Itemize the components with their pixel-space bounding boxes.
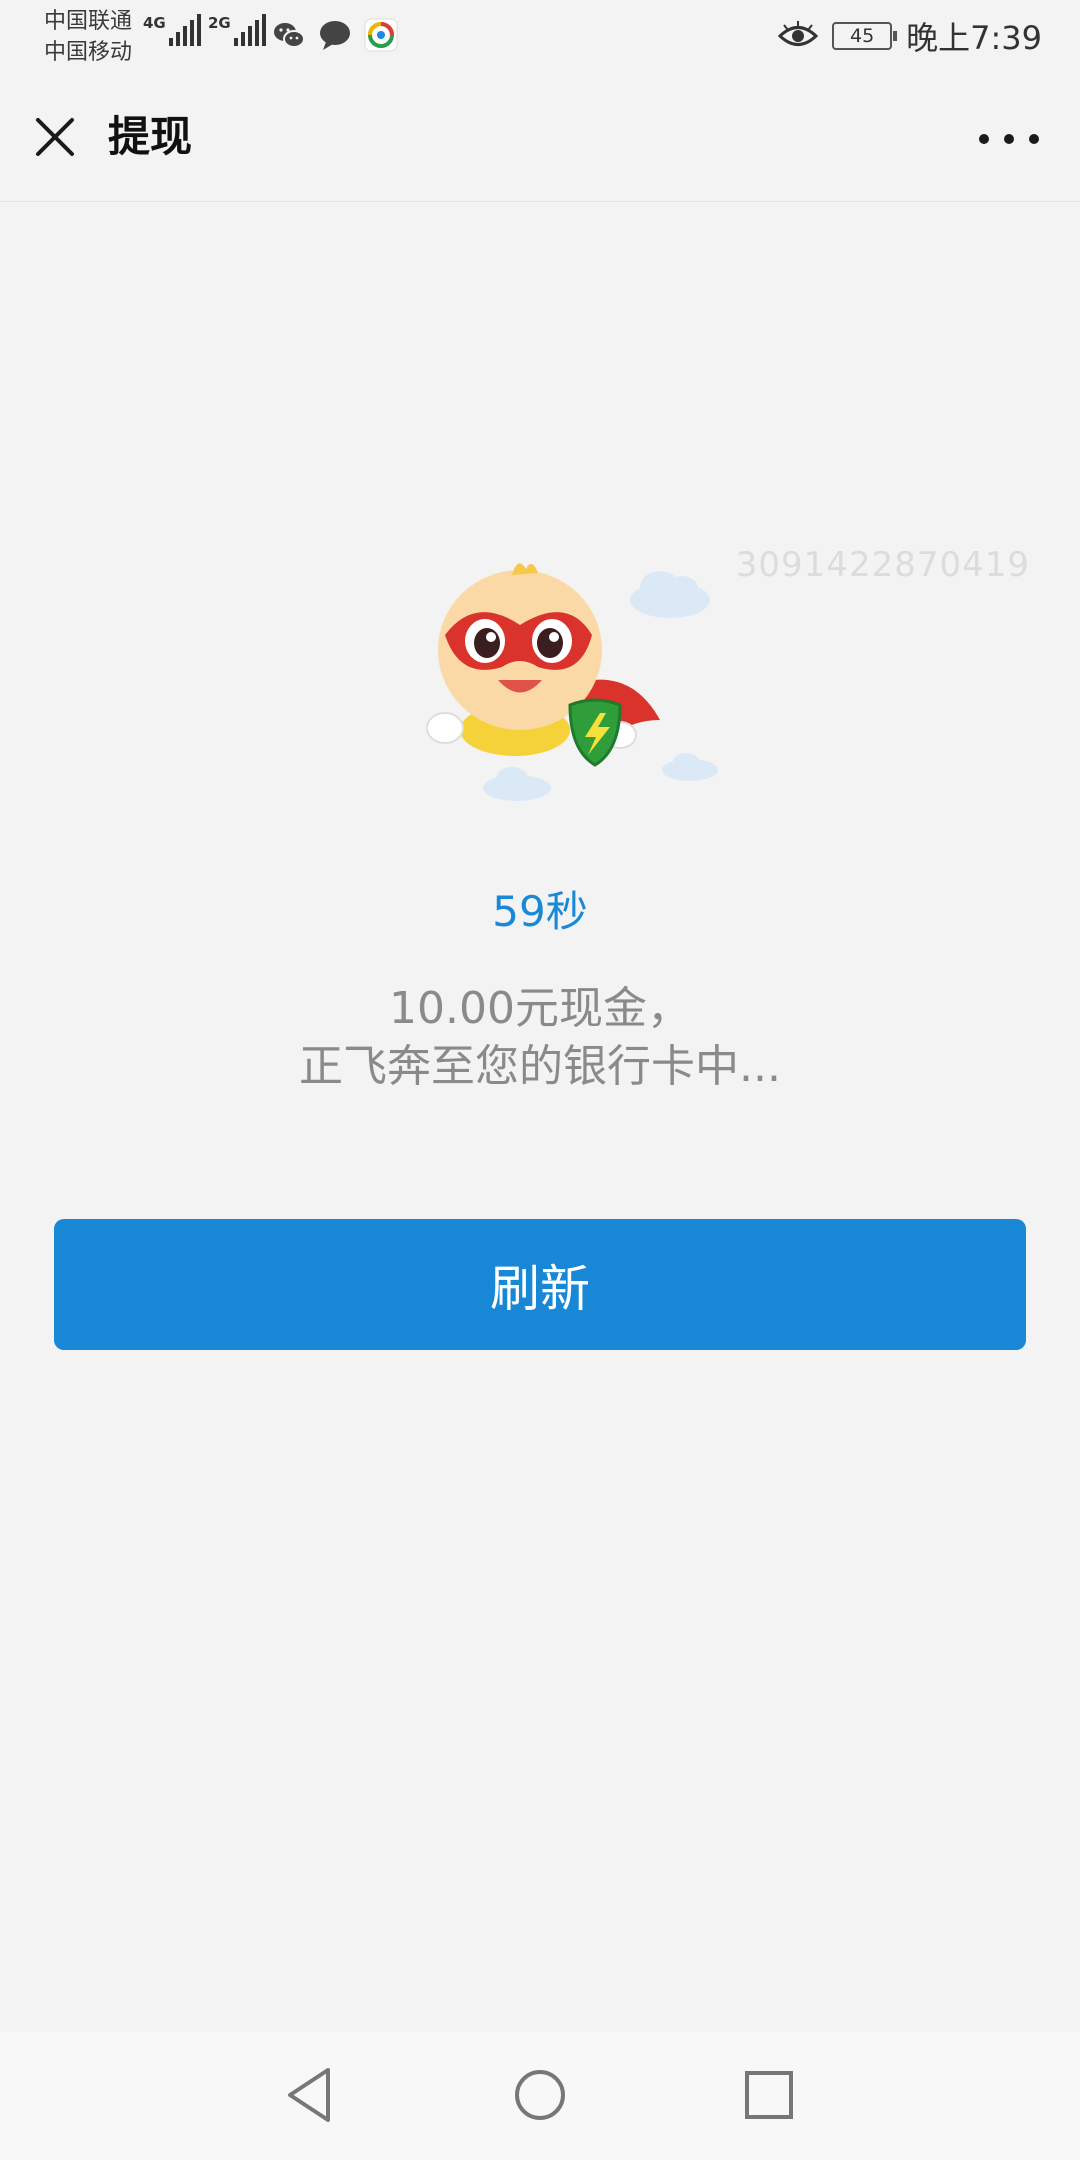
countdown-timer: 59秒	[492, 887, 588, 936]
refresh-button[interactable]: 刷新	[54, 1219, 1026, 1350]
watermark-id: 3091422870419	[735, 545, 1030, 585]
home-icon[interactable]	[507, 2062, 573, 2128]
page-title: 提现	[108, 112, 193, 161]
system-nav-bar	[0, 2032, 1080, 2160]
carrier-1: 中国联通	[44, 9, 133, 34]
carrier-2: 中国移动	[44, 40, 133, 65]
status-right: 45 晚上7:39	[778, 10, 1042, 62]
clock: 晚上7:39	[906, 19, 1042, 57]
battery-icon: 45	[832, 22, 898, 50]
mascot-illustration	[426, 563, 718, 801]
more-icon[interactable]	[974, 124, 1044, 154]
wechat-icon	[274, 23, 305, 48]
recents-icon[interactable]	[736, 2062, 802, 2128]
back-icon[interactable]	[276, 2062, 342, 2128]
withdraw-message: 10.00元现金， 正飞奔至您的银行卡中...	[0, 980, 1080, 1096]
battery-level: 45	[850, 25, 875, 47]
network-type-1: 4G	[143, 14, 166, 32]
network-type-2: 2G	[208, 14, 231, 32]
carrier-names: 中国联通 中国移动	[44, 6, 132, 68]
nav-bar: 提现	[0, 72, 1080, 202]
message-line-1: 10.00元现金，	[389, 983, 691, 1034]
signal-2g-icon: 2G	[208, 14, 269, 46]
message-icon	[320, 21, 350, 50]
browser-icon	[364, 18, 398, 52]
signal-4g-icon: 4G	[143, 14, 204, 46]
eye-icon	[778, 21, 819, 46]
notification-icons	[272, 18, 398, 52]
message-line-2: 正飞奔至您的银行卡中...	[299, 1041, 781, 1092]
status-bar: 中国联通 中国移动 4G 2G 45 晚上7:39	[0, 0, 1080, 72]
close-icon[interactable]	[28, 110, 82, 164]
